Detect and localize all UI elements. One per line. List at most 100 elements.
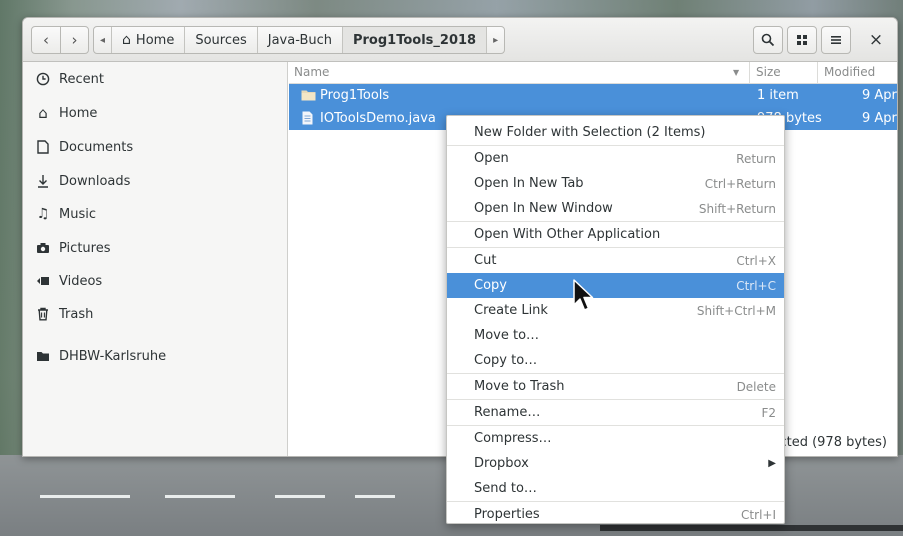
sidebar-item-label: Videos — [59, 273, 103, 289]
sidebar-item-home[interactable]: ⌂ Home — [35, 101, 97, 125]
road-marking — [275, 495, 325, 498]
sidebar-item-pictures[interactable]: Pictures — [35, 236, 110, 260]
menu-button[interactable] — [821, 26, 851, 54]
menu-item-cut[interactable]: Cut Ctrl+X — [447, 248, 784, 273]
sidebar-item-label: Documents — [59, 139, 134, 155]
music-icon: ♫ — [36, 206, 50, 222]
header-bar: ‹ › ◂ ⌂ Home Sources Java-Buch Prog1Tool… — [23, 18, 897, 62]
sidebar-item-trash[interactable]: Trash — [35, 302, 93, 326]
sidebar-item-videos[interactable]: Videos — [35, 269, 102, 293]
search-icon — [761, 33, 775, 47]
menu-item-shortcut: Delete — [736, 379, 776, 394]
menu-item-new-folder-with-selection[interactable]: New Folder with Selection (2 Items) — [447, 120, 784, 145]
download-icon — [35, 174, 51, 188]
search-button[interactable] — [753, 26, 783, 54]
menu-item-send-to[interactable]: Send to… — [447, 476, 784, 501]
mouse-pointer-icon — [573, 279, 594, 311]
sidebar-item-music[interactable]: ♫ Music — [35, 202, 96, 226]
sidebar-item-label: Downloads — [59, 173, 131, 189]
hamburger-icon — [831, 36, 841, 44]
file-name: Prog1Tools — [320, 88, 390, 103]
file-modified: 9 Apr — [862, 111, 897, 126]
close-button[interactable]: × — [861, 26, 891, 54]
road-marking — [355, 495, 395, 498]
sidebar-item-label: Trash — [59, 306, 94, 322]
menu-item-label: Move to Trash — [474, 379, 565, 394]
folder-icon — [301, 89, 316, 105]
menu-item-shortcut: Ctrl+Return — [704, 176, 776, 191]
sidebar-item-downloads[interactable]: Downloads — [35, 169, 130, 193]
back-button[interactable]: ‹ — [32, 27, 60, 53]
file-name: IOToolsDemo.java — [320, 111, 436, 126]
menu-item-copy[interactable]: Copy Ctrl+C — [447, 273, 784, 298]
column-header: Name ▼ Size Modified — [289, 62, 897, 84]
video-icon — [35, 276, 51, 286]
sidebar-item-label: DHBW-Karlsruhe — [59, 348, 167, 364]
menu-item-label: Dropbox — [474, 456, 529, 471]
breadcrumb-prog1tools-2018[interactable]: Prog1Tools_2018 — [341, 27, 487, 53]
sidebar-item-documents[interactable]: Documents — [35, 135, 133, 159]
breadcrumb-sources[interactable]: Sources — [184, 27, 256, 53]
menu-item-shortcut: Shift+Ctrl+M — [696, 303, 776, 318]
menu-item-label: Open In New Window — [474, 201, 613, 216]
close-icon: × — [868, 30, 884, 50]
menu-item-label: Copy to… — [474, 353, 538, 368]
path-scroll-right-button[interactable]: ▸ — [486, 27, 504, 53]
view-toggle-button[interactable] — [787, 26, 817, 54]
road-marking — [165, 495, 235, 498]
sidebar-item-label: Recent — [59, 71, 104, 87]
menu-item-copy-to[interactable]: Copy to… — [447, 348, 784, 373]
sidebar-item-dhbw-karlsruhe[interactable]: DHBW-Karlsruhe — [35, 344, 166, 368]
menu-item-open[interactable]: Open Return — [447, 146, 784, 171]
menu-item-shortcut: F2 — [761, 405, 776, 420]
column-divider — [749, 62, 750, 84]
menu-item-label: Open — [474, 151, 509, 166]
file-icon — [302, 111, 313, 129]
menu-item-label: Cut — [474, 253, 497, 268]
clock-icon — [35, 72, 51, 86]
menu-item-create-link[interactable]: Create Link Shift+Ctrl+M — [447, 298, 784, 323]
path-scroll-left-button[interactable]: ◂ — [94, 27, 111, 53]
forward-button[interactable]: › — [60, 27, 88, 53]
menu-item-move-to-trash[interactable]: Move to Trash Delete — [447, 374, 784, 399]
menu-item-properties[interactable]: Properties Ctrl+I — [447, 502, 784, 527]
breadcrumb-home[interactable]: ⌂ Home — [111, 27, 184, 53]
sidebar-item-label: Pictures — [59, 240, 111, 256]
home-icon: ⌂ — [38, 104, 48, 122]
menu-item-rename[interactable]: Rename… F2 — [447, 400, 784, 425]
column-header-size[interactable]: Size — [756, 65, 781, 79]
menu-item-compress[interactable]: Compress… — [447, 426, 784, 451]
menu-item-shortcut: Ctrl+C — [736, 278, 776, 293]
breadcrumb-java-buch[interactable]: Java-Buch — [256, 27, 342, 53]
camera-icon — [35, 242, 51, 254]
menu-item-shortcut: Ctrl+I — [741, 507, 776, 522]
file-modified: 9 Apr — [862, 88, 897, 103]
menu-item-label: Send to… — [474, 481, 537, 496]
menu-item-shortcut: Ctrl+X — [736, 253, 776, 268]
menu-item-dropbox[interactable]: Dropbox ▶ — [447, 451, 784, 476]
submenu-arrow-icon: ▶ — [768, 458, 776, 469]
column-divider — [817, 62, 818, 84]
menu-item-open-with-other-application[interactable]: Open With Other Application — [447, 222, 784, 247]
sidebar-item-recent[interactable]: Recent — [35, 67, 104, 91]
menu-item-label: Create Link — [474, 303, 548, 318]
history-nav: ‹ › — [31, 26, 89, 54]
column-header-name[interactable]: Name — [294, 65, 329, 79]
column-header-modified[interactable]: Modified — [824, 65, 875, 79]
menu-item-label: New Folder with Selection (2 Items) — [474, 125, 706, 140]
selection-status: ected (978 bytes) — [771, 435, 887, 450]
menu-item-open-in-new-tab[interactable]: Open In New Tab Ctrl+Return — [447, 171, 784, 196]
menu-item-move-to[interactable]: Move to… — [447, 323, 784, 348]
menu-item-shortcut: Shift+Return — [698, 201, 776, 216]
sidebar-item-label: Home — [59, 105, 98, 121]
road-marking — [40, 495, 130, 498]
grid-icon — [797, 35, 807, 45]
file-row[interactable]: Prog1Tools 1 item 9 Apr — [289, 84, 897, 107]
menu-item-open-in-new-window[interactable]: Open In New Window Shift+Return — [447, 196, 784, 221]
folder-icon — [35, 350, 51, 362]
menu-item-label: Properties — [474, 507, 540, 522]
trash-icon — [35, 307, 51, 321]
menu-item-label: Open In New Tab — [474, 176, 584, 191]
file-size: 1 item — [757, 88, 799, 103]
document-icon — [35, 140, 51, 154]
